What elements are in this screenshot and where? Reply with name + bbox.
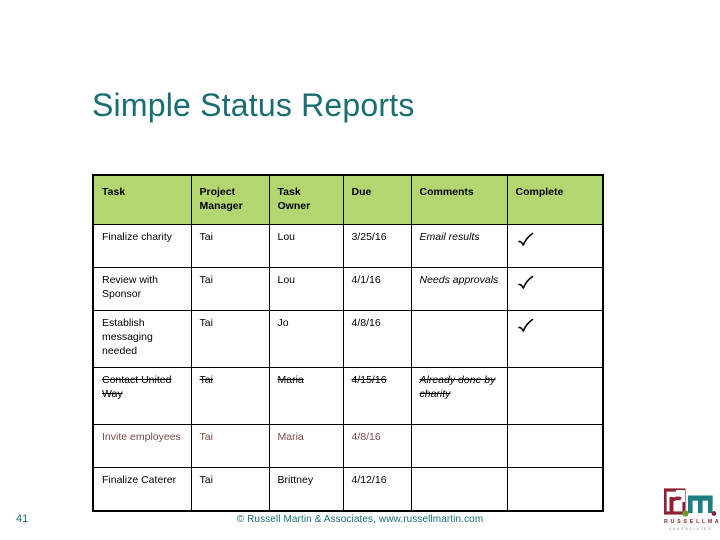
cell-task-owner: Brittney: [268, 466, 344, 512]
cell-task: Finalize charity: [92, 223, 192, 268]
cell-complete: [506, 266, 604, 311]
table-row: Review with Sponsor Tai Lou 4/1/16 Needs…: [92, 266, 604, 311]
rm-logo-mark: [664, 488, 716, 517]
cell-task: Contact United Way: [92, 366, 192, 425]
cell-task: Invite employees: [92, 423, 192, 468]
cell-comments: [410, 423, 508, 468]
cell-task: Review with Sponsor: [92, 266, 192, 311]
cell-due: 4/12/16: [342, 466, 412, 512]
logo-tagline: & A S S O C I A T E S: [669, 527, 711, 531]
cell-task-owner: Jo: [268, 309, 344, 368]
table-row: Establish messaging needed Tai Jo 4/8/16: [92, 309, 604, 368]
table-row: Finalize charity Tai Lou 3/25/16 Email r…: [92, 223, 604, 268]
status-report-table: Task Project Manager Task Owner Due Comm…: [92, 174, 604, 512]
column-header-task-owner: Task Owner: [268, 174, 344, 225]
cell-task-owner: Maria: [268, 423, 344, 468]
cell-due: 4/1/16: [342, 266, 412, 311]
cell-comments: Needs approvals: [410, 266, 508, 311]
cell-task-owner: Lou: [268, 266, 344, 311]
column-header-task: Task: [92, 174, 192, 225]
cell-project-manager: Tai: [190, 366, 270, 425]
cell-project-manager: Tai: [190, 423, 270, 468]
page-title: Simple Status Reports: [92, 87, 415, 123]
table-row: Invite employees Tai Maria 4/8/16: [92, 423, 604, 468]
table-header-row: Task Project Manager Task Owner Due Comm…: [92, 174, 604, 225]
cell-project-manager: Tai: [190, 466, 270, 512]
column-header-due: Due: [342, 174, 412, 225]
cell-complete: [506, 423, 604, 468]
logo-wordmark: R U S S E L L M A R T I N: [664, 519, 720, 525]
cell-due: 4/8/16: [342, 309, 412, 368]
status-report-table-container: Task Project Manager Task Owner Due Comm…: [92, 174, 604, 512]
cell-project-manager: Tai: [190, 309, 270, 368]
cell-due: 4/15/16: [342, 366, 412, 425]
check-icon: [516, 317, 536, 337]
column-header-comments: Comments: [410, 174, 508, 225]
copyright-notice: © Russell Martin & Associates, www.russe…: [236, 514, 484, 525]
cell-due: 4/8/16: [342, 423, 412, 468]
cell-comments: Already done by charity: [410, 366, 508, 425]
cell-comments: [410, 466, 508, 512]
table-row: Contact United Way Tai Maria 4/15/16 Alr…: [92, 366, 604, 425]
company-logo: R U S S E L L M A R T I N & A S S O C I …: [664, 488, 720, 536]
cell-project-manager: Tai: [190, 223, 270, 268]
cell-project-manager: Tai: [190, 266, 270, 311]
cell-comments: Email results: [410, 223, 508, 268]
cell-task: Finalize Caterer: [92, 466, 192, 512]
check-icon: [516, 231, 536, 251]
cell-due: 3/25/16: [342, 223, 412, 268]
cell-complete: [506, 309, 604, 368]
cell-comments: [410, 309, 508, 368]
cell-complete: [506, 223, 604, 268]
cell-task: Establish messaging needed: [92, 309, 192, 368]
cell-task-owner: Lou: [268, 223, 344, 268]
column-header-project-manager: Project Manager: [190, 174, 270, 225]
slide-canvas: Simple Status Reports Task Project Manag…: [0, 0, 720, 540]
table-row: Finalize Caterer Tai Brittney 4/12/16: [92, 466, 604, 512]
check-icon: [516, 274, 536, 294]
cell-task-owner: Maria: [268, 366, 344, 425]
cell-complete: [506, 366, 604, 425]
column-header-complete: Complete: [506, 174, 604, 225]
cell-complete: [506, 466, 604, 512]
